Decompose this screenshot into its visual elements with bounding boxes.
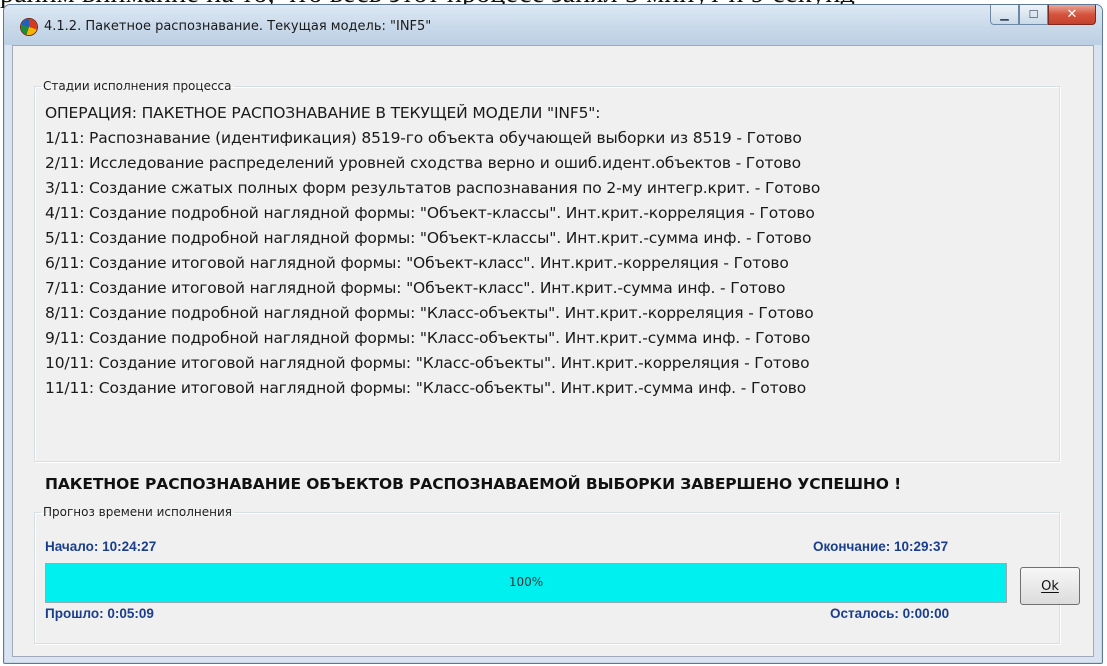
maximize-button[interactable]: ☐ xyxy=(1019,5,1048,25)
stage-line: 11/11: Создание итоговой наглядной формы… xyxy=(45,379,807,397)
stage-line: 3/11: Создание сжатых полных форм резуль… xyxy=(45,179,821,197)
stages-group-legend: Стадии исполнения процесса xyxy=(43,79,232,93)
dialog-client-area: Стадии исполнения процесса ОПЕРАЦИЯ: ПАК… xyxy=(12,45,1094,657)
completion-message: ПАКЕТНОЕ РАСПОЗНАВАНИЕ ОБЪЕКТОВ РАСПОЗНА… xyxy=(45,475,902,493)
start-time-label: Начало: 10:24:27 xyxy=(45,539,157,554)
remaining-time-label: Осталось: 0:00:00 xyxy=(830,606,950,621)
stage-line: 10/11: Создание итоговой наглядной формы… xyxy=(45,354,810,372)
stage-line: 2/11: Исследование распределений уровней… xyxy=(45,154,801,172)
app-ball-icon xyxy=(21,19,37,35)
close-button[interactable]: ✕ xyxy=(1048,5,1096,25)
stage-line: 5/11: Создание подробной наглядной формы… xyxy=(45,229,812,247)
progress-bar: 100% xyxy=(45,563,1007,603)
stage-line: 6/11: Создание итоговой наглядной формы:… xyxy=(45,254,789,272)
forecast-group-legend: Прогноз времени исполнения xyxy=(43,505,232,519)
stage-line: 4/11: Создание подробной наглядной формы… xyxy=(45,204,815,222)
stage-line: 1/11: Распознавание (идентификация) 8519… xyxy=(45,129,802,147)
elapsed-time-label: Прошло: 0:05:09 xyxy=(45,606,154,621)
end-time-label: Окончание: 10:29:37 xyxy=(813,539,949,554)
batch-recognition-window: 4.1.2. Пакетное распознавание. Текущая м… xyxy=(3,4,1103,664)
caption-buttons: ▁ ☐ ✕ xyxy=(990,5,1096,27)
stage-line: 8/11: Создание подробной наглядной формы… xyxy=(45,304,814,322)
maximize-icon: ☐ xyxy=(1028,8,1039,21)
minimize-icon: ▁ xyxy=(1000,8,1009,21)
title-bar[interactable]: 4.1.2. Пакетное распознавание. Текущая м… xyxy=(4,5,1102,45)
stage-line: 9/11: Создание подробной наглядной формы… xyxy=(45,329,811,347)
minimize-button[interactable]: ▁ xyxy=(990,5,1019,25)
ok-button[interactable]: Ok xyxy=(1020,567,1080,605)
stage-line: 7/11: Создание итоговой наглядной формы:… xyxy=(45,279,786,297)
progress-percent: 100% xyxy=(508,575,544,589)
operation-heading: ОПЕРАЦИЯ: ПАКЕТНОЕ РАСПОЗНАВАНИЕ В ТЕКУЩ… xyxy=(45,104,601,122)
window-title: 4.1.2. Пакетное распознавание. Текущая м… xyxy=(44,19,432,34)
close-icon: ✕ xyxy=(1066,7,1078,22)
